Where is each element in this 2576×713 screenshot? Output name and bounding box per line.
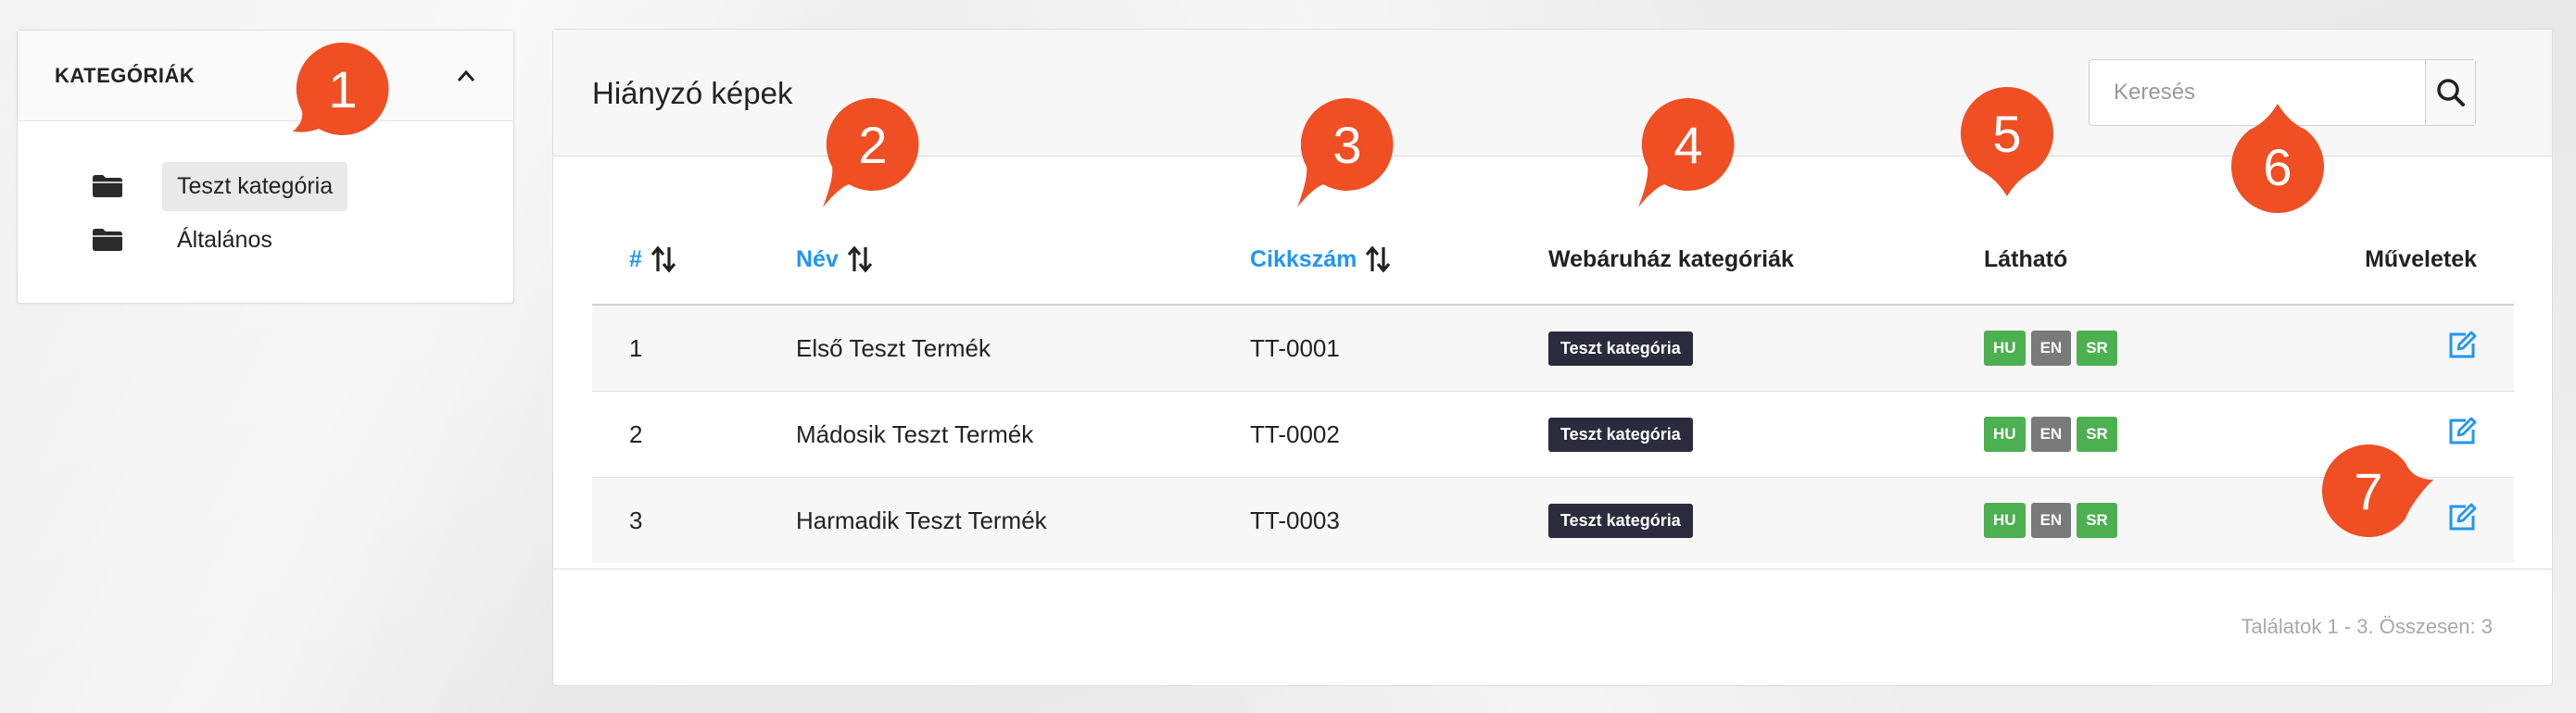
lang-badge-sr: SR [2077, 503, 2117, 538]
cell-actions [2336, 305, 2514, 392]
results-summary: Találatok 1 - 3. Összesen: 3 [2241, 615, 2493, 638]
cell-name: Első Teszt Termék [796, 305, 1250, 392]
products-table: # Név Cikkszám Webáruház kategóriák Láth… [592, 215, 2514, 563]
table-row: 3 Harmadik Teszt Termék TT-0003 Teszt ka… [592, 477, 2514, 563]
callout-marker: 2 [823, 96, 921, 207]
category-tree: Teszt kategória Általános [92, 160, 348, 268]
column-header-categories: Webáruház kategóriák [1548, 215, 1984, 306]
column-header-sku[interactable]: Cikkszám [1250, 215, 1548, 306]
edit-icon[interactable] [2447, 503, 2477, 532]
callout-marker: 3 [1297, 96, 1395, 207]
table-header-row: # Név Cikkszám Webáruház kategóriák Láth… [592, 215, 2514, 306]
cell-id: 1 [592, 305, 796, 392]
folder-icon [92, 173, 125, 199]
category-label[interactable]: Teszt kategória [162, 161, 348, 211]
lang-badge-en: EN [2030, 331, 2072, 366]
column-header-actions: Műveletek [2336, 215, 2514, 306]
sort-icon[interactable] [650, 245, 676, 273]
cell-id: 3 [592, 477, 796, 563]
search-icon [2436, 79, 2465, 106]
category-badge: Teszt kategória [1548, 503, 1693, 538]
categories-title: KATEGÓRIÁK [55, 63, 196, 87]
callout-marker: 7 [2320, 443, 2433, 539]
chevron-up-icon[interactable] [456, 66, 476, 86]
cell-visible: HU EN SR [1984, 391, 2336, 478]
cell-name: Mádosik Teszt Termék [796, 391, 1250, 478]
cell-visible: HU EN SR [1984, 305, 2336, 392]
folder-icon [92, 227, 125, 253]
lang-badge-hu: HU [1984, 417, 2026, 452]
column-header-id[interactable]: # [592, 215, 796, 306]
category-badge: Teszt kategória [1548, 331, 1693, 366]
category-item-teszt[interactable]: Teszt kategória [92, 160, 348, 212]
column-header-visible: Látható [1984, 215, 2336, 306]
lang-badge-hu: HU [1984, 331, 2026, 366]
cell-category: Teszt kategória [1548, 391, 1984, 478]
search-input[interactable] [2090, 60, 2425, 125]
search-button[interactable] [2425, 60, 2475, 125]
cell-name: Harmadik Teszt Termék [796, 477, 1250, 563]
cell-sku: TT-0003 [1250, 477, 1548, 563]
category-badge: Teszt kategória [1548, 417, 1693, 452]
cell-sku: TT-0002 [1250, 391, 1548, 478]
category-label[interactable]: Általános [162, 216, 287, 265]
cell-sku: TT-0001 [1250, 305, 1548, 392]
sort-icon[interactable] [847, 245, 872, 273]
callout-marker: 4 [1638, 96, 1736, 207]
category-item-altalanos[interactable]: Általános [92, 214, 347, 266]
cell-id: 2 [592, 391, 796, 478]
lang-badge-en: EN [2030, 503, 2072, 538]
table-row: 1 Első Teszt Termék TT-0001 Teszt kategó… [592, 305, 2514, 392]
cell-visible: HU EN SR [1984, 477, 2336, 563]
page-title: Hiányzó képek [592, 76, 793, 110]
lang-badge-hu: HU [1984, 503, 2026, 538]
sort-icon[interactable] [1366, 245, 1391, 273]
edit-icon[interactable] [2447, 331, 2477, 360]
column-header-name[interactable]: Név [796, 215, 1250, 306]
categories-panel: KATEGÓRIÁK Teszt kategória Általános [17, 30, 514, 304]
table-row: 2 Mádosik Teszt Termék TT-0002 Teszt kat… [592, 391, 2514, 478]
edit-icon[interactable] [2447, 417, 2477, 446]
callout-marker: 1 [293, 41, 391, 137]
lang-badge-en: EN [2030, 417, 2072, 452]
callout-marker: 5 [1959, 85, 2055, 196]
cell-category: Teszt kategória [1548, 477, 1984, 563]
lang-badge-sr: SR [2077, 331, 2117, 366]
lang-badge-sr: SR [2077, 417, 2117, 452]
callout-marker: 6 [2229, 104, 2326, 215]
categories-header: KATEGÓRIÁK [18, 31, 513, 121]
cell-category: Teszt kategória [1548, 305, 1984, 392]
